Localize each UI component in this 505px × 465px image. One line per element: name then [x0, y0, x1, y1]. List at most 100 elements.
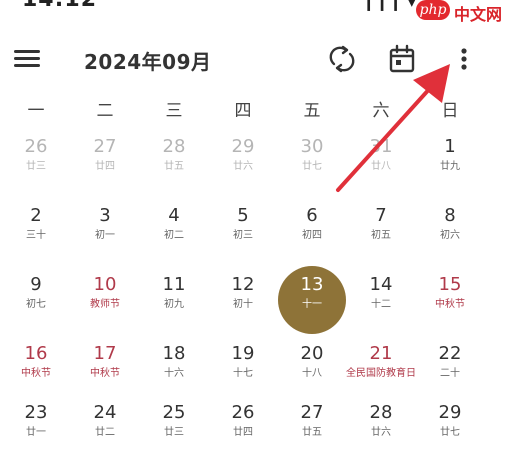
- day-cell[interactable]: 16 中秋节: [3, 335, 69, 403]
- lunar-date: 廿九: [440, 161, 460, 172]
- day-cell[interactable]: 27 廿五: [279, 394, 345, 462]
- menu-icon[interactable]: [14, 48, 40, 70]
- lunar-date: 全民国防教育日: [346, 368, 416, 379]
- day-number: 31: [369, 136, 393, 157]
- day-cell[interactable]: 3 初一: [72, 197, 138, 265]
- calendar-header: 2024年09月: [0, 38, 505, 82]
- day-cell[interactable]: 1 廿九: [417, 128, 483, 196]
- watermark-site: 中文网: [454, 5, 503, 24]
- lunar-date: 廿八: [371, 161, 391, 172]
- weekday-header: 一 二 三 四 五 六 日: [0, 96, 505, 121]
- lunar-date: 廿一: [26, 427, 46, 438]
- weekday-thu: 四: [234, 101, 252, 121]
- today-sync-icon[interactable]: [326, 43, 358, 75]
- lunar-date: 廿六: [233, 161, 253, 172]
- day-number: 25: [162, 402, 186, 423]
- day-number: 2: [30, 205, 42, 226]
- day-cell[interactable]: 27 廿四: [72, 128, 138, 196]
- day-cell[interactable]: 20 十八: [279, 335, 345, 403]
- weekday-tue: 二: [96, 101, 114, 121]
- lunar-date: 廿二: [95, 427, 115, 438]
- day-cell[interactable]: 18 十六: [141, 335, 207, 403]
- lunar-date: 初四: [302, 230, 322, 241]
- day-number: 27: [93, 136, 117, 157]
- day-number: 4: [168, 205, 180, 226]
- day-cell[interactable]: 26 廿三: [3, 128, 69, 196]
- lunar-date: 廿五: [302, 427, 322, 438]
- day-cell[interactable]: 4 初二: [141, 197, 207, 265]
- day-number: 15: [438, 274, 462, 295]
- day-number: 23: [24, 402, 48, 423]
- day-number: 7: [375, 205, 387, 226]
- more-vertical-icon[interactable]: [448, 43, 480, 75]
- day-number: 9: [30, 274, 42, 295]
- day-cell[interactable]: 31 廿八: [348, 128, 414, 196]
- day-number: 14: [369, 274, 393, 295]
- lunar-date: 三十: [26, 230, 46, 241]
- day-number: 20: [300, 343, 324, 364]
- lunar-date: 廿六: [371, 427, 391, 438]
- lunar-date: 廿四: [233, 427, 253, 438]
- day-number: 16: [24, 343, 48, 364]
- weekday-mon: 一: [27, 101, 45, 121]
- day-number: 3: [99, 205, 111, 226]
- weekday-sun: 日: [441, 101, 459, 121]
- day-cell[interactable]: 22 二十: [417, 335, 483, 403]
- day-cell[interactable]: 19 十七: [210, 335, 276, 403]
- lunar-date: 中秋节: [435, 299, 465, 310]
- day-cell[interactable]: 23 廿一: [3, 394, 69, 462]
- day-cell[interactable]: 30 廿七: [279, 128, 345, 196]
- day-cell[interactable]: 12 初十: [210, 266, 276, 334]
- lunar-date: 廿三: [26, 161, 46, 172]
- day-cell[interactable]: 28 廿五: [141, 128, 207, 196]
- day-cell[interactable]: 8 初六: [417, 197, 483, 265]
- day-number: 21: [369, 343, 393, 364]
- day-number: 12: [231, 274, 255, 295]
- day-cell[interactable]: 5 初三: [210, 197, 276, 265]
- lunar-date: 十二: [371, 299, 391, 310]
- lunar-date: 初七: [26, 299, 46, 310]
- lunar-date: 十八: [302, 368, 322, 379]
- weekday-fri: 五: [303, 101, 321, 121]
- day-number: 26: [24, 136, 48, 157]
- day-cell[interactable]: 28 廿六: [348, 394, 414, 462]
- month-title[interactable]: 2024年09月: [84, 46, 212, 75]
- day-cell[interactable]: 11 初九: [141, 266, 207, 334]
- calendar-icon[interactable]: [386, 43, 418, 75]
- day-cell[interactable]: 14 十二: [348, 266, 414, 334]
- day-number: 17: [93, 343, 117, 364]
- day-cell[interactable]: 7 初五: [348, 197, 414, 265]
- day-cell[interactable]: 9 初七: [3, 266, 69, 334]
- lunar-date: 初二: [164, 230, 184, 241]
- day-cell-today[interactable]: 13 十一: [278, 266, 346, 334]
- day-number: 18: [162, 343, 186, 364]
- lunar-date: 廿五: [164, 161, 184, 172]
- lunar-date: 中秋节: [90, 368, 120, 379]
- lunar-date: 初三: [233, 230, 253, 241]
- day-cell[interactable]: 6 初四: [279, 197, 345, 265]
- day-number: 6: [306, 205, 318, 226]
- day-number: 28: [162, 136, 186, 157]
- day-cell[interactable]: 26 廿四: [210, 394, 276, 462]
- lunar-date: 十一: [302, 299, 322, 310]
- day-number: 30: [300, 136, 324, 157]
- day-cell[interactable]: 29 廿六: [210, 128, 276, 196]
- day-cell[interactable]: 29 廿七: [417, 394, 483, 462]
- lunar-date: 十六: [164, 368, 184, 379]
- watermark: php 中文网: [416, 0, 503, 24]
- day-cell[interactable]: 17 中秋节: [72, 335, 138, 403]
- day-cell[interactable]: 15 中秋节: [417, 266, 483, 334]
- lunar-date: 初五: [371, 230, 391, 241]
- day-cell[interactable]: 24 廿二: [72, 394, 138, 462]
- day-cell[interactable]: 21 全民国防教育日: [346, 335, 416, 403]
- day-number: 10: [93, 274, 117, 295]
- lunar-date: 廿七: [302, 161, 322, 172]
- day-number: 27: [300, 402, 324, 423]
- lunar-date: 初一: [95, 230, 115, 241]
- day-number: 22: [438, 343, 462, 364]
- lunar-date: 廿四: [95, 161, 115, 172]
- weekday-sat: 六: [372, 101, 390, 121]
- day-cell[interactable]: 2 三十: [3, 197, 69, 265]
- day-cell[interactable]: 25 廿三: [141, 394, 207, 462]
- day-cell[interactable]: 10 教师节: [72, 266, 138, 334]
